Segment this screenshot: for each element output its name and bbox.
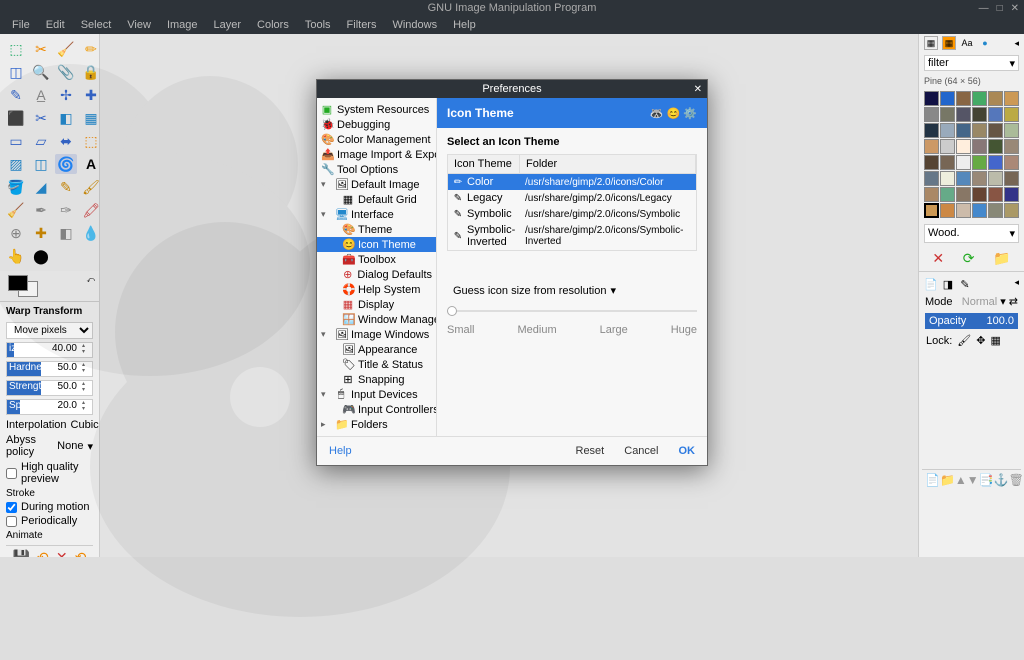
theme-icon: ✏ <box>451 177 465 188</box>
col-folder[interactable]: Folder <box>520 155 696 173</box>
tree-dialog-defaults[interactable]: ⊕Dialog Defaults <box>317 267 436 282</box>
dialog-header: Icon Theme 🦝 😊 ⚙️ <box>437 98 707 128</box>
size-large-label: Large <box>600 324 628 336</box>
tree-image-windows[interactable]: ▾🖼Image Windows <box>317 327 436 342</box>
header-smiley-icon: 😊 <box>667 107 681 120</box>
header-wilber-icon: 🦝 <box>650 107 664 120</box>
header-gear-icon: ⚙️ <box>683 107 697 120</box>
tree-default-grid[interactable]: ▦Default Grid <box>317 192 436 207</box>
theme-row-symbolic-inverted[interactable]: ✎ Symbolic-Inverted /usr/share/gimp/2.0/… <box>448 222 696 250</box>
icon-size-slider[interactable] <box>447 310 697 312</box>
dialog-titlebar[interactable]: Preferences ✕ <box>317 80 707 98</box>
tree-snapping[interactable]: ⊞Snapping <box>317 372 436 387</box>
tree-color-management[interactable]: 🎨Color Management <box>317 132 436 147</box>
dialog-header-title: Icon Theme <box>447 106 514 120</box>
reset-button[interactable]: Reset <box>576 445 605 457</box>
tree-theme[interactable]: 🎨Theme <box>317 222 436 237</box>
tree-input-controllers[interactable]: 🎮Input Controllers <box>317 402 436 417</box>
theme-icon: ✎ <box>451 193 465 204</box>
dialog-overlay: Preferences ✕ ▣System Resources 🐞Debuggi… <box>0 0 1024 557</box>
collapse-icon[interactable]: ▾ <box>321 389 331 400</box>
collapse-icon[interactable]: ▾ <box>321 329 331 340</box>
tree-default-image[interactable]: ▾🖼Default Image <box>317 177 436 192</box>
tree-folders[interactable]: ▸📁Folders <box>317 417 436 432</box>
tree-import-export[interactable]: 📤Image Import & Export <box>317 147 436 162</box>
dialog-close-icon[interactable]: ✕ <box>694 84 702 95</box>
tree-title-status[interactable]: 🏷Title & Status <box>317 357 436 372</box>
theme-row-legacy[interactable]: ✎ Legacy /usr/share/gimp/2.0/icons/Legac… <box>448 190 696 206</box>
select-theme-label: Select an Icon Theme <box>447 136 697 148</box>
preferences-tree: ▣System Resources 🐞Debugging 🎨Color Mana… <box>317 98 437 436</box>
size-small-label: Small <box>447 324 475 336</box>
theme-icon: ✎ <box>451 231 465 242</box>
chevron-down-icon: ▾ <box>610 284 616 297</box>
dialog-content: Select an Icon Theme Icon Theme Folder ✏… <box>437 128 707 436</box>
foreground-color[interactable] <box>8 275 28 291</box>
tree-tool-options[interactable]: 🔧Tool Options <box>317 162 436 177</box>
cancel-button[interactable]: Cancel <box>624 445 658 457</box>
theme-row-color[interactable]: ✏ Color /usr/share/gimp/2.0/icons/Color <box>448 174 696 190</box>
tree-display[interactable]: ▦Display <box>317 297 436 312</box>
help-button[interactable]: Help <box>329 445 352 457</box>
preferences-dialog: Preferences ✕ ▣System Resources 🐞Debuggi… <box>316 79 708 466</box>
theme-row-symbolic[interactable]: ✎ Symbolic /usr/share/gimp/2.0/icons/Sym… <box>448 206 696 222</box>
tree-help-system[interactable]: 🛟Help System <box>317 282 436 297</box>
collapse-icon[interactable]: ▾ <box>321 209 331 220</box>
size-huge-label: Huge <box>671 324 697 336</box>
expand-icon[interactable]: ▸ <box>321 419 331 430</box>
tree-toolbox[interactable]: 🧰Toolbox <box>317 252 436 267</box>
theme-icon: ✎ <box>451 209 465 220</box>
tree-system-resources[interactable]: ▣System Resources <box>317 102 436 117</box>
tree-input-devices[interactable]: ▾🖱Input Devices <box>317 387 436 402</box>
tree-icon-theme[interactable]: 😊Icon Theme <box>317 237 436 252</box>
tree-interface[interactable]: ▾🖥Interface <box>317 207 436 222</box>
tree-debugging[interactable]: 🐞Debugging <box>317 117 436 132</box>
icon-theme-table: Icon Theme Folder ✏ Color /usr/share/gim… <box>447 154 697 251</box>
icon-size-mode-dropdown[interactable]: Guess icon size from resolution ▾ <box>447 281 622 300</box>
dialog-title: Preferences <box>482 83 541 95</box>
collapse-icon[interactable]: ▾ <box>321 179 331 190</box>
dialog-footer: Help Reset Cancel OK <box>317 436 707 465</box>
size-medium-label: Medium <box>517 324 556 336</box>
tree-appearance[interactable]: 🖼Appearance <box>317 342 436 357</box>
ok-button[interactable]: OK <box>679 445 696 457</box>
tree-window-management[interactable]: 🪟Window Management <box>317 312 436 327</box>
col-icon-theme[interactable]: Icon Theme <box>448 155 520 173</box>
